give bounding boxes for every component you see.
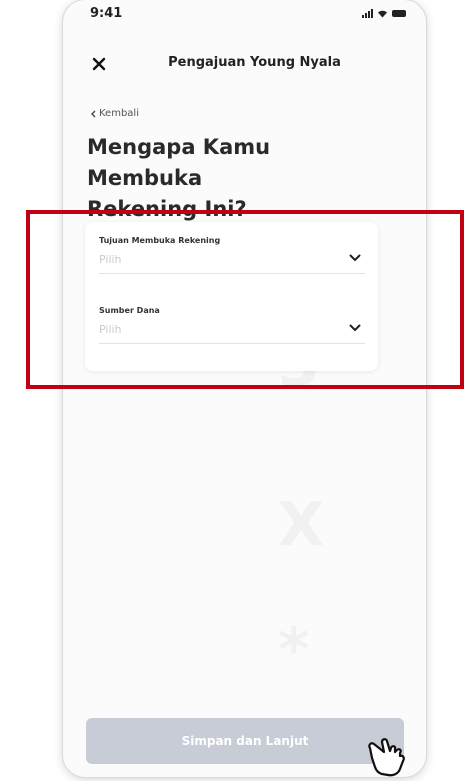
back-link-label: Kembali <box>99 108 139 119</box>
wifi-icon <box>378 10 387 18</box>
back-link[interactable]: Kembali <box>90 108 139 119</box>
app-header: Pengajuan Young Nyala <box>63 50 426 80</box>
highlight-annotation <box>26 210 464 389</box>
background-decoration: * <box>278 615 310 685</box>
background-decoration: X <box>278 490 325 560</box>
status-time: 9:41 <box>90 6 123 21</box>
status-bar: 9:41 <box>63 0 426 34</box>
page-title-line-1: Mengapa Kamu Membuka <box>87 135 271 190</box>
status-icons <box>362 9 406 18</box>
battery-icon <box>392 10 406 17</box>
header-title: Pengajuan Young Nyala <box>168 55 341 70</box>
signal-icon <box>362 9 373 18</box>
pointing-hand-icon <box>368 738 405 777</box>
chevron-left-icon <box>91 110 96 117</box>
save-and-continue-button[interactable]: Simpan dan Lanjut <box>86 718 404 764</box>
